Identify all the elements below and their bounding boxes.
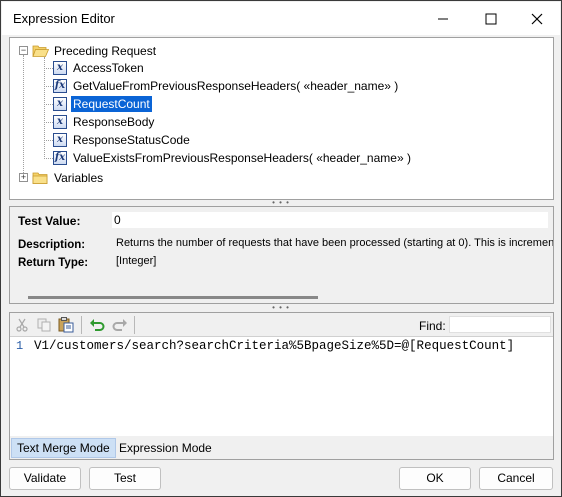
validate-button[interactable]: Validate [9, 467, 81, 490]
test-value-label: Test Value: [18, 214, 81, 228]
horizontal-scrollbar[interactable] [28, 296, 318, 299]
expression-editor: Find: 1 V1/customers/search?searchCriter… [9, 312, 554, 460]
expression-editor-window: Expression Editor − Preceding Request x … [0, 0, 562, 497]
return-type-label: Return Type: [18, 257, 89, 269]
test-button[interactable]: Test [89, 467, 161, 490]
variable-icon: x [53, 97, 67, 111]
splitter-handle[interactable]: • • • [271, 304, 291, 312]
mode-tabs: Text Merge Mode Expression Mode [10, 436, 553, 459]
description-text: Returns the number of requests that have… [116, 237, 553, 249]
tree-connector [44, 158, 53, 159]
find-input[interactable] [449, 316, 551, 333]
function-icon: fx [53, 79, 67, 93]
copy-icon [37, 318, 51, 332]
title-bar: Expression Editor [2, 2, 560, 35]
tab-text-merge-mode[interactable]: Text Merge Mode [11, 438, 116, 458]
undo-icon [90, 319, 105, 331]
find-label: Find: [419, 319, 446, 333]
cut-button[interactable] [12, 316, 32, 334]
paste-icon [58, 317, 74, 333]
function-icon: fx [53, 151, 67, 165]
details-panel: Test Value: Description: Returns the num… [9, 206, 554, 304]
tree-node-variables[interactable]: Variables [52, 170, 105, 186]
undo-button[interactable] [87, 316, 107, 334]
cut-icon [16, 318, 28, 332]
redo-button[interactable] [110, 316, 130, 334]
tree-connector [44, 68, 53, 69]
maximize-button[interactable] [468, 2, 514, 35]
tree-item-getvaluefrompreviousresponseheaders[interactable]: GetValueFromPreviousResponseHeaders( «he… [71, 78, 400, 94]
tree-item-requestcount[interactable]: RequestCount [71, 96, 152, 112]
tree-connector [44, 57, 45, 159]
maximize-icon [485, 13, 497, 24]
return-type-value: [Integer] [116, 255, 157, 267]
ok-button[interactable]: OK [399, 467, 471, 490]
editor-toolbar: Find: [10, 313, 553, 337]
minimize-icon [438, 18, 448, 19]
tree-connector [23, 55, 24, 179]
redo-icon [112, 319, 127, 331]
open-folder-icon [32, 45, 49, 57]
tree-connector [44, 140, 53, 141]
window-title: Expression Editor [13, 11, 115, 26]
test-value-input[interactable] [112, 212, 548, 228]
collapse-toggle[interactable]: − [19, 46, 28, 55]
folder-icon [32, 172, 48, 184]
variable-icon: x [53, 115, 67, 129]
close-icon [531, 13, 543, 24]
tree-item-valueexistsfrompreviousresponseheaders[interactable]: ValueExistsFromPreviousResponseHeaders( … [71, 150, 413, 166]
close-button[interactable] [514, 2, 560, 35]
tree-item-responsestatuscode[interactable]: ResponseStatusCode [71, 132, 192, 148]
tree-item-responsebody[interactable]: ResponseBody [71, 114, 156, 130]
tree-connector [44, 104, 53, 105]
description-label: Description: [18, 239, 86, 251]
tree-item-accesstoken[interactable]: AccessToken [71, 60, 146, 76]
variable-icon: x [53, 61, 67, 75]
tab-expression-mode[interactable]: Expression Mode [114, 438, 217, 458]
function-tree[interactable]: − Preceding Request x AccessToken fx Get… [9, 37, 554, 200]
variable-icon: x [53, 133, 67, 147]
splitter-handle[interactable]: • • • [271, 199, 291, 207]
line-number: 1 [16, 339, 24, 353]
cancel-button[interactable]: Cancel [479, 467, 553, 490]
copy-button[interactable] [34, 316, 54, 334]
toolbar-separator [81, 316, 82, 334]
expression-code-line[interactable]: V1/customers/search?searchCriteria%5Bpag… [34, 339, 514, 353]
minimize-button[interactable] [420, 2, 466, 35]
toolbar-separator [134, 316, 135, 334]
tree-connector [44, 86, 53, 87]
expand-toggle[interactable]: + [19, 173, 28, 182]
tree-connector [44, 122, 53, 123]
paste-button[interactable] [56, 316, 76, 334]
tree-node-preceding-request[interactable]: Preceding Request [52, 43, 158, 59]
